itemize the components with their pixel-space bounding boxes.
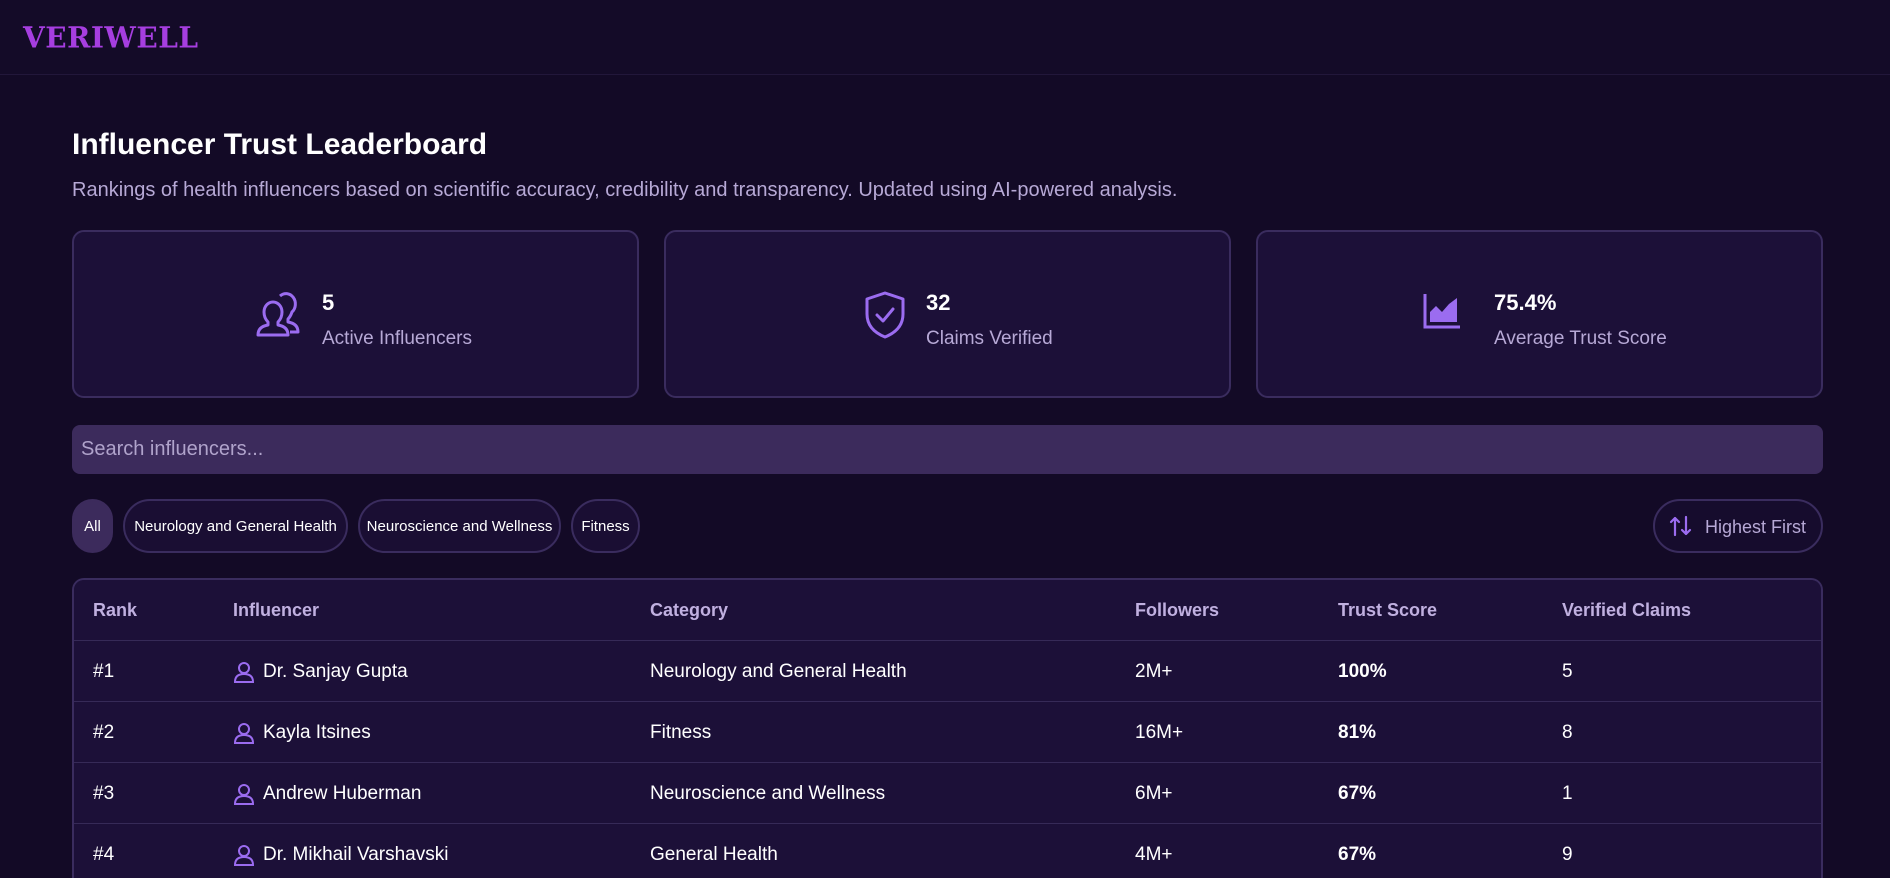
influencer-cell[interactable]: Dr. Mikhail Varshavski (233, 824, 448, 878)
search-input[interactable] (72, 425, 1823, 474)
stat-value: 32 (926, 290, 951, 315)
sort-arrows-icon (1669, 515, 1693, 542)
influencer-name: Kayla Itsines (263, 721, 371, 743)
user-icon (233, 783, 255, 805)
stat-value: 5 (322, 290, 335, 315)
user-icon (233, 661, 255, 683)
veriwell-logo[interactable]: VERIWELL (23, 20, 199, 55)
page-subtitle: Rankings of health influencers based on … (72, 179, 1178, 201)
column-header-rank[interactable]: Rank (93, 580, 137, 641)
category-cell: Neurology and General Health (650, 660, 907, 682)
filter-chip-neuroscience-and-wellness[interactable]: Neuroscience and Wellness (358, 499, 561, 553)
verified-claims-cell: 9 (1562, 843, 1573, 865)
column-header-followers[interactable]: Followers (1135, 580, 1219, 641)
column-header-verified-claims[interactable]: Verified Claims (1562, 580, 1691, 641)
influencer-name: Andrew Huberman (263, 782, 422, 804)
stat-label: Claims Verified (926, 328, 1053, 349)
sort-button[interactable]: Highest First (1653, 499, 1823, 553)
followers-cell: 4M+ (1135, 843, 1173, 865)
top-bar: VERIWELL (0, 0, 1890, 75)
stat-value: 75.4% (1494, 290, 1557, 315)
rank-cell: #4 (93, 843, 115, 865)
followers-cell: 16M+ (1135, 721, 1184, 743)
column-header-category[interactable]: Category (650, 580, 728, 641)
category-cell: General Health (650, 843, 778, 865)
stats-row: 5 Active Influencers 32 Claims Verified … (72, 230, 1823, 398)
verified-claims-cell: 5 (1562, 660, 1573, 682)
table-row[interactable]: #2 Kayla Itsines Fitness 16M+ 81% 8 (74, 702, 1821, 763)
page-title: Influencer Trust Leaderboard (72, 128, 488, 161)
stat-card-active-influencers: 5 Active Influencers (72, 230, 639, 398)
table-row[interactable]: #3 Andrew Huberman Neuroscience and Well… (74, 763, 1821, 824)
influencer-name: Dr. Mikhail Varshavski (263, 843, 449, 865)
table-row[interactable]: #4 Dr. Mikhail Varshavski General Health… (74, 824, 1821, 878)
influencer-cell[interactable]: Andrew Huberman (233, 763, 421, 824)
followers-cell: 6M+ (1135, 782, 1173, 804)
category-cell: Fitness (650, 721, 712, 743)
rank-cell: #1 (93, 660, 115, 682)
area-chart-icon (1422, 290, 1462, 335)
sort-label: Highest First (1705, 517, 1807, 537)
verified-claims-cell: 8 (1562, 721, 1573, 743)
table-row[interactable]: #1 Dr. Sanjay Gupta Neurology and Genera… (74, 641, 1821, 702)
trust-score-cell: 100% (1338, 660, 1387, 682)
stat-card-average-trust-score: 75.4% Average Trust Score (1256, 230, 1823, 398)
shield-check-icon (862, 290, 908, 345)
trust-score-cell: 67% (1338, 782, 1377, 804)
filter-chip-all[interactable]: All (72, 499, 113, 553)
category-cell: Neuroscience and Wellness (650, 782, 886, 804)
verified-claims-cell: 1 (1562, 782, 1573, 804)
user-icon (233, 722, 255, 744)
filter-chip-neurology-and-general-health[interactable]: Neurology and General Health (123, 499, 348, 553)
rank-cell: #3 (93, 782, 115, 804)
stat-label: Active Influencers (322, 328, 472, 349)
trust-score-cell: 81% (1338, 721, 1377, 743)
user-icon (233, 844, 255, 866)
column-header-trust-score[interactable]: Trust Score (1338, 580, 1437, 641)
table-header: Rank Influencer Category Followers Trust… (74, 580, 1821, 641)
influencer-name: Dr. Sanjay Gupta (263, 660, 408, 682)
trust-score-cell: 67% (1338, 843, 1377, 865)
leaderboard-table: Rank Influencer Category Followers Trust… (72, 578, 1823, 878)
column-header-influencer[interactable]: Influencer (233, 580, 319, 641)
users-icon (250, 290, 302, 347)
influencer-cell[interactable]: Dr. Sanjay Gupta (233, 641, 408, 702)
followers-cell: 2M+ (1135, 660, 1173, 682)
rank-cell: #2 (93, 721, 115, 743)
stat-card-claims-verified: 32 Claims Verified (664, 230, 1231, 398)
influencer-cell[interactable]: Kayla Itsines (233, 702, 371, 763)
filter-chip-fitness[interactable]: Fitness (571, 499, 640, 553)
stat-label: Average Trust Score (1494, 328, 1667, 349)
